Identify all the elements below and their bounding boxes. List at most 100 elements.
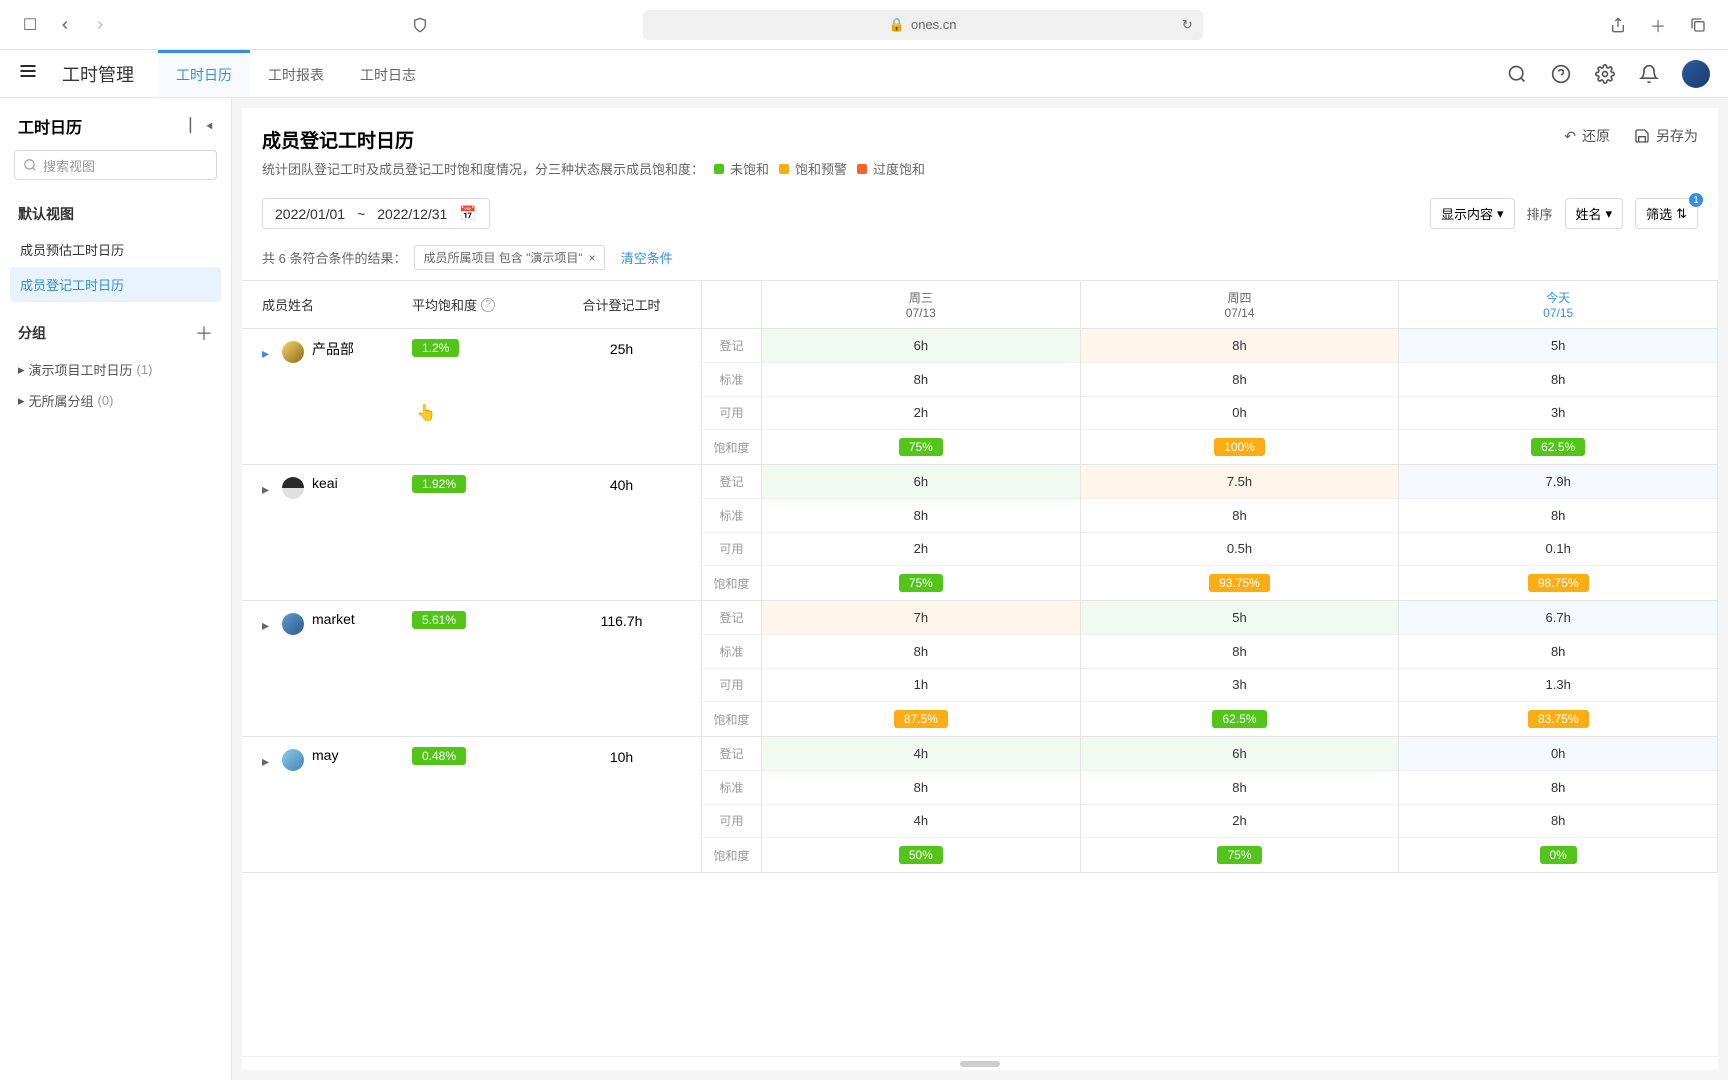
- sidebar: 工时日历 ⎸◂ 搜索视图 默认视图 成员预估工时日历成员登记工时日历 分组 ＋ …: [0, 98, 232, 1080]
- metric-label: 登记: [702, 465, 761, 499]
- registered-cell[interactable]: 8h: [1081, 329, 1399, 363]
- standard-cell: 8h: [1399, 771, 1717, 805]
- metric-label: 可用: [702, 805, 761, 839]
- display-content-button[interactable]: 显示内容 ▾: [1430, 198, 1515, 229]
- standard-cell: 8h: [762, 499, 1080, 533]
- filter-button[interactable]: 筛选 ⇅: [1635, 198, 1698, 229]
- sidebar-toggle-icon[interactable]: ☐: [20, 15, 40, 35]
- metric-label: 标准: [702, 635, 761, 669]
- saturation-cell: 98.75%: [1399, 566, 1717, 600]
- lock-icon: 🔒: [889, 17, 905, 33]
- registered-cell[interactable]: 6.7h: [1399, 601, 1717, 635]
- new-tab-icon[interactable]: ＋: [1648, 15, 1668, 35]
- registered-cell[interactable]: 5h: [1399, 329, 1717, 363]
- standard-cell: 8h: [1081, 499, 1399, 533]
- available-cell: 2h: [1081, 805, 1399, 839]
- menu-icon[interactable]: [18, 61, 42, 86]
- sort-select[interactable]: 姓名 ▾: [1565, 198, 1624, 229]
- app-title: 工时管理: [62, 61, 134, 87]
- expand-icon[interactable]: ▸: [262, 617, 274, 634]
- registered-cell[interactable]: 7.5h: [1081, 465, 1399, 499]
- registered-cell[interactable]: 0h: [1399, 737, 1717, 771]
- save-as-button[interactable]: 另存为: [1634, 126, 1698, 146]
- help-icon[interactable]: ?: [481, 298, 495, 312]
- expand-icon[interactable]: ▸: [262, 345, 274, 362]
- registered-cell[interactable]: 7h: [762, 601, 1080, 635]
- standard-cell: 8h: [1399, 363, 1717, 397]
- available-cell: 3h: [1399, 397, 1717, 431]
- registered-cell[interactable]: 6h: [1081, 737, 1399, 771]
- bell-icon[interactable]: [1638, 63, 1660, 85]
- available-cell: 0.5h: [1081, 533, 1399, 567]
- standard-cell: 8h: [1081, 635, 1399, 669]
- registered-cell[interactable]: 6h: [762, 465, 1080, 499]
- gear-icon[interactable]: [1594, 63, 1616, 85]
- close-icon[interactable]: ×: [589, 251, 596, 265]
- saturation-cell: 100%: [1081, 430, 1399, 464]
- metric-label: 可用: [702, 669, 761, 703]
- filter-chip[interactable]: 成员所属项目 包含 "演示项目"×: [414, 245, 604, 270]
- available-cell: 4h: [762, 805, 1080, 839]
- forward-icon[interactable]: [90, 15, 110, 35]
- standard-cell: 8h: [1081, 363, 1399, 397]
- date-range-picker[interactable]: 2022/01/01 ~ 2022/12/31 📅: [262, 198, 490, 229]
- saturation-cell: 75%: [762, 430, 1080, 464]
- clear-filters-link[interactable]: 清空条件: [621, 248, 673, 267]
- view-item[interactable]: 成员登记工时日历: [10, 267, 221, 302]
- metric-label: 标准: [702, 363, 761, 397]
- member-row: ▸market5.61%116.7h: [242, 601, 701, 737]
- member-row: ▸产品部1.2%25h: [242, 329, 701, 465]
- app-tabs: 工时日历工时报表工时日志: [158, 50, 434, 97]
- standard-cell: 8h: [762, 363, 1080, 397]
- registered-cell[interactable]: 6h: [762, 329, 1080, 363]
- group-item[interactable]: ▸ 演示项目工时日历 (1): [10, 354, 221, 385]
- available-cell: 0.1h: [1399, 533, 1717, 567]
- metric-label: 登记: [702, 329, 761, 363]
- registered-cell[interactable]: 5h: [1081, 601, 1399, 635]
- metric-label: 登记: [702, 737, 761, 771]
- col-name: 成员姓名: [242, 295, 412, 314]
- saturation-badge: 1.2%: [412, 339, 459, 357]
- user-avatar[interactable]: [1682, 60, 1710, 88]
- saturation-cell: 87.5%: [762, 702, 1080, 736]
- add-group-icon[interactable]: ＋: [195, 320, 213, 346]
- standard-cell: 8h: [762, 635, 1080, 669]
- member-name: 产品部: [312, 339, 354, 359]
- expand-icon[interactable]: ▸: [262, 753, 274, 770]
- reset-button[interactable]: ↶ 还原: [1564, 126, 1610, 146]
- search-icon[interactable]: [1506, 63, 1528, 85]
- registered-cell[interactable]: 4h: [762, 737, 1080, 771]
- tabs-overview-icon[interactable]: [1688, 15, 1708, 35]
- view-item[interactable]: 成员预估工时日历: [10, 232, 221, 267]
- day-column: 周三07/136h8h2h75%6h8h2h75%7h8h1h87.5%4h8h…: [762, 281, 1081, 873]
- url-bar[interactable]: 🔒 ones.cn ↻: [643, 10, 1203, 40]
- avatar: [282, 749, 304, 771]
- legend-red-icon: [857, 164, 867, 174]
- refresh-icon[interactable]: ↻: [1182, 17, 1193, 33]
- collapse-sidebar-icon[interactable]: ⎸◂: [190, 117, 213, 135]
- day-column: 今天07/155h8h3h62.5%7.9h8h0.1h98.75%6.7h8h…: [1399, 281, 1718, 873]
- legend-orange-icon: [779, 164, 789, 174]
- registered-cell[interactable]: 7.9h: [1399, 465, 1717, 499]
- available-cell: 2h: [762, 397, 1080, 431]
- share-icon[interactable]: [1608, 15, 1628, 35]
- group-item[interactable]: ▸ 无所属分组 (0): [10, 385, 221, 416]
- expand-icon[interactable]: ▸: [262, 481, 274, 498]
- tab-1[interactable]: 工时报表: [250, 50, 342, 97]
- saturation-badge: 1.92%: [412, 475, 466, 493]
- back-icon[interactable]: [55, 15, 75, 35]
- calendar-icon: 📅: [459, 205, 476, 222]
- app-header: 工时管理 工时日历工时报表工时日志: [0, 50, 1728, 98]
- search-input[interactable]: 搜索视图: [14, 150, 217, 180]
- help-icon[interactable]: [1550, 63, 1572, 85]
- saturation-cell: 83.75%: [1399, 702, 1717, 736]
- shield-icon[interactable]: [410, 15, 430, 35]
- saturation-cell: 75%: [1081, 838, 1399, 872]
- tab-2[interactable]: 工时日志: [342, 50, 434, 97]
- metric-label: 饱和度: [702, 430, 761, 464]
- tab-0[interactable]: 工时日历: [158, 50, 250, 97]
- day-header: 周三07/13: [762, 281, 1080, 329]
- standard-cell: 8h: [1081, 771, 1399, 805]
- horizontal-scrollbar[interactable]: [242, 1056, 1718, 1070]
- chevron-down-icon: ▾: [1497, 206, 1504, 222]
